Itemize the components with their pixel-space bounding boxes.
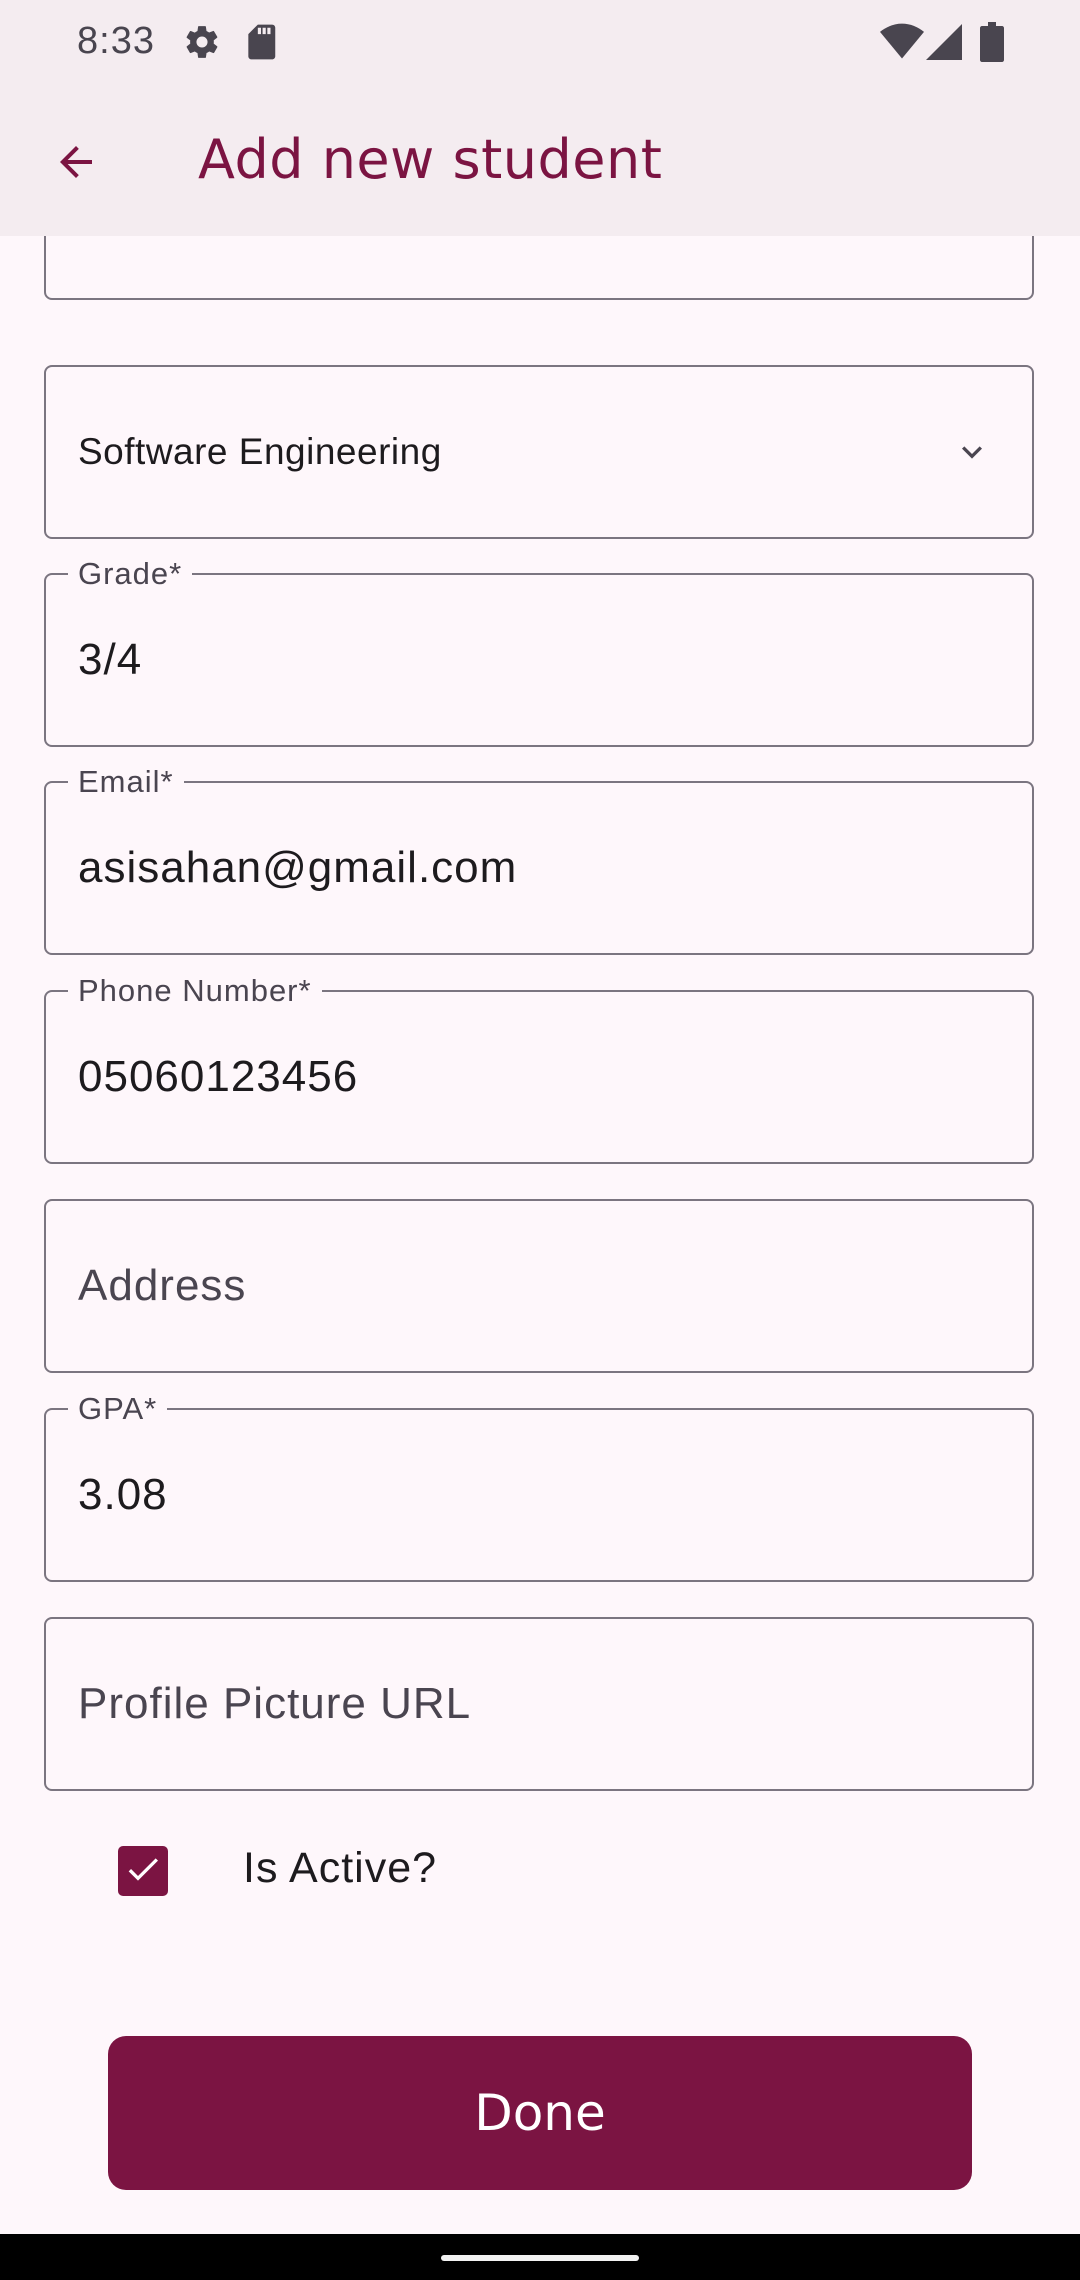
- grade-value: 3/4: [78, 635, 143, 684]
- status-time: 8:33: [77, 20, 155, 62]
- back-button[interactable]: [36, 124, 116, 204]
- department-dropdown[interactable]: Software Engineering: [44, 365, 1034, 539]
- is-active-checkbox[interactable]: [118, 1846, 168, 1896]
- status-bar: 8:33: [0, 0, 1080, 88]
- email-value: asisahan@gmail.com: [78, 843, 518, 892]
- profile-picture-url-field[interactable]: Profile Picture URL: [44, 1617, 1034, 1791]
- system-navigation-bar: [0, 2234, 1080, 2280]
- department-value: Software Engineering: [78, 431, 442, 472]
- sd-card-icon: [244, 20, 278, 64]
- gpa-value: 3.08: [78, 1470, 168, 1519]
- phone-number-value: 05060123456: [78, 1052, 359, 1101]
- chevron-down-icon: [952, 367, 992, 537]
- phone-number-field[interactable]: Phone Number* 05060123456: [44, 972, 1034, 1164]
- wifi-icon: [880, 20, 924, 64]
- gpa-field[interactable]: GPA* 3.08: [44, 1390, 1034, 1582]
- profile-picture-url-placeholder: Profile Picture URL: [78, 1679, 472, 1728]
- page-title: Add new student: [198, 128, 663, 191]
- previous-field[interactable]: [44, 236, 1034, 300]
- form-content[interactable]: Software Engineering Grade* 3/4 Email* a…: [0, 236, 1080, 2234]
- top-app-bar: Add new student: [0, 88, 1080, 236]
- address-field[interactable]: Address: [44, 1199, 1034, 1373]
- gear-icon: [183, 20, 221, 64]
- grade-field[interactable]: Grade* 3/4: [44, 555, 1034, 747]
- address-placeholder: Address: [78, 1261, 247, 1310]
- home-gesture-handle[interactable]: [441, 2255, 639, 2261]
- done-button-label: Done: [474, 2084, 606, 2142]
- is-active-label: Is Active?: [243, 1844, 438, 1892]
- signal-icon: [926, 20, 962, 64]
- email-field[interactable]: Email* asisahan@gmail.com: [44, 763, 1034, 955]
- check-icon: [123, 1849, 163, 1894]
- done-button[interactable]: Done: [108, 2036, 972, 2190]
- battery-icon: [980, 20, 1004, 64]
- arrow-back-icon: [52, 138, 100, 191]
